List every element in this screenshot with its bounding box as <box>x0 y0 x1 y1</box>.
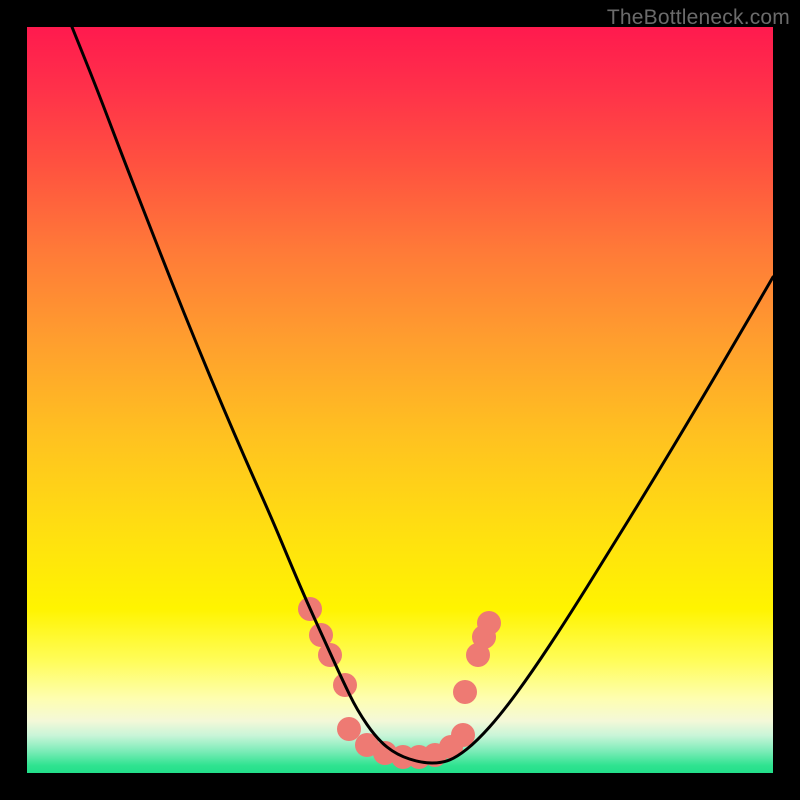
marker-dot <box>337 717 361 741</box>
chart-svg <box>27 27 773 773</box>
marker-group <box>298 597 501 769</box>
bottleneck-curve <box>72 27 773 763</box>
plot-area <box>27 27 773 773</box>
watermark-text: TheBottleneck.com <box>607 6 790 30</box>
marker-dot <box>453 680 477 704</box>
marker-dot <box>477 611 501 635</box>
chart-frame: TheBottleneck.com <box>0 0 800 800</box>
